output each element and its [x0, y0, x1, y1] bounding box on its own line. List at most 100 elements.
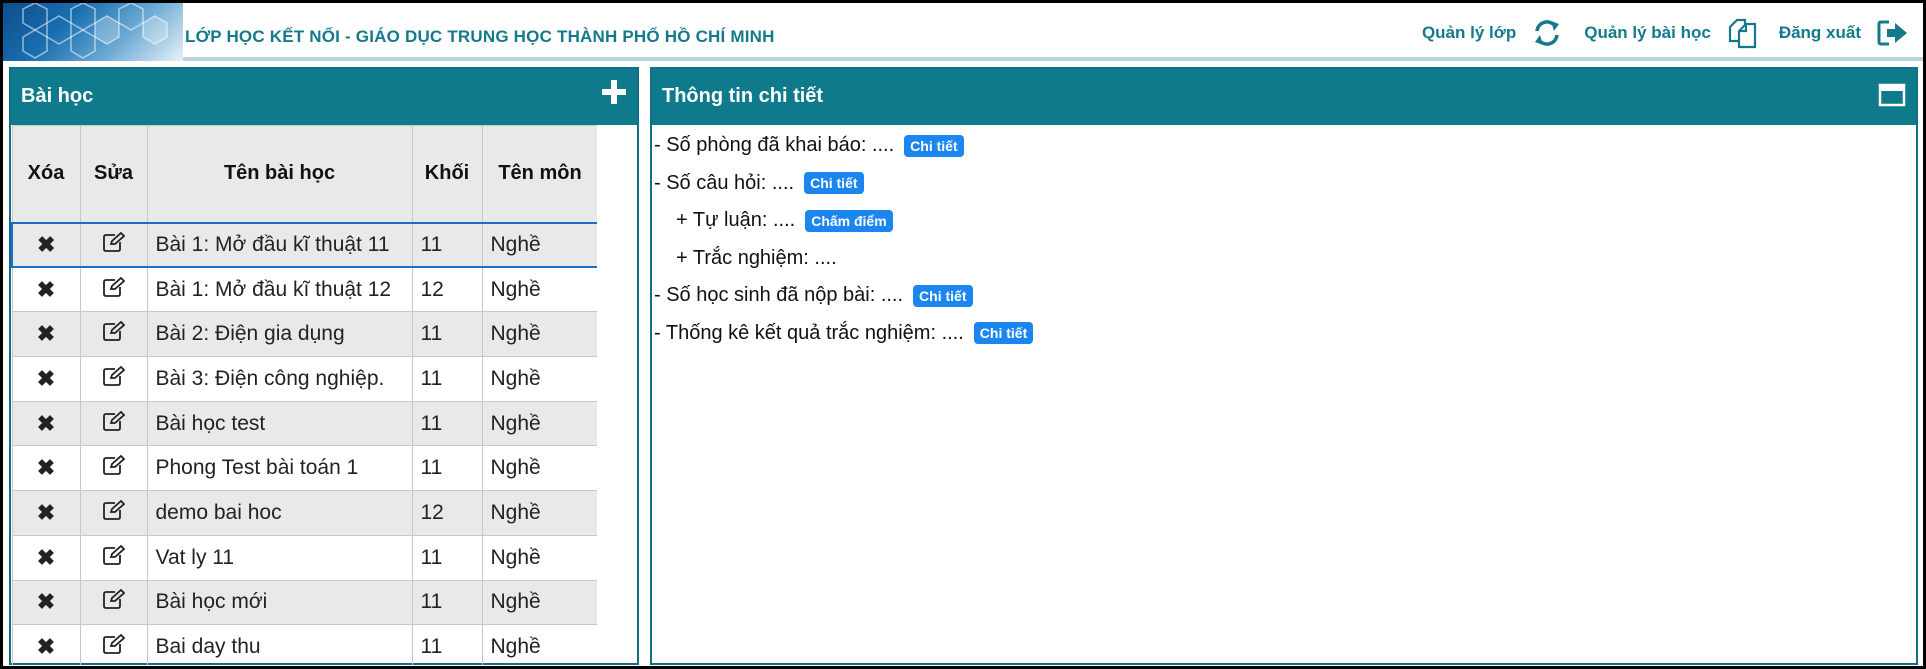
- subject-cell: Nghề: [481, 534, 597, 581]
- top-nav: Quản lý lớp Quản lý bài học Đăng xuất: [1422, 13, 1923, 53]
- table-row[interactable]: ✖ Vat ly 11 11 Nghề: [11, 534, 597, 581]
- maximize-button[interactable]: [1878, 83, 1906, 109]
- edit-icon[interactable]: [102, 633, 125, 660]
- site-logo: [3, 3, 183, 61]
- detail-text: - Thống kê kết quả trắc nghiệm: ....: [654, 321, 964, 344]
- copy-icon: [1727, 17, 1757, 49]
- delete-icon[interactable]: ✖: [37, 321, 55, 346]
- edit-icon[interactable]: [102, 455, 125, 481]
- lesson-name-cell[interactable]: Bài học mới: [146, 579, 413, 626]
- edit-cell: [79, 490, 148, 536]
- subject-cell: Nghề: [481, 311, 597, 358]
- edit-cell: [79, 221, 148, 269]
- subject-cell: Nghề: [481, 624, 597, 665]
- lesson-name-cell[interactable]: Bai day thu: [146, 624, 413, 665]
- table-row[interactable]: ✖ Bài 3: Điện công nghiệp. 11 Nghề: [11, 356, 597, 402]
- table-header-row: Xóa Sửa Tên bài học Khối Tên môn: [11, 125, 597, 223]
- detail-badge-button[interactable]: Chi tiết: [913, 284, 973, 307]
- grade-cell: 12: [411, 490, 483, 536]
- edit-cell: [79, 579, 148, 626]
- column-header-edit[interactable]: Sửa: [79, 125, 148, 223]
- delete-icon[interactable]: ✖: [37, 455, 55, 480]
- grade-cell: 11: [411, 221, 483, 269]
- delete-icon[interactable]: ✖: [37, 634, 55, 659]
- site-title: LỚP HỌC KẾT NỐI - GIÁO DỤC TRUNG HỌC THÀ…: [185, 27, 775, 46]
- table-row[interactable]: ✖ Bài 2: Điện gia dụng 11 Nghề: [11, 311, 597, 358]
- table-row[interactable]: ✖ Bài học test 11 Nghề: [11, 400, 597, 447]
- detail-line: - Số phòng đã khai báo: .... Chi tiết: [654, 127, 1033, 165]
- delete-icon[interactable]: ✖: [37, 366, 55, 391]
- subject-cell: Nghề: [481, 266, 597, 313]
- detail-text: + Trắc nghiệm: ....: [676, 246, 837, 269]
- lesson-name-cell[interactable]: Vat ly 11: [146, 534, 413, 581]
- grade-cell: 11: [411, 624, 483, 665]
- edit-cell: [79, 356, 148, 402]
- table-row[interactable]: ✖ Bài 1: Mở đầu kĩ thuật 12 12 Nghề: [11, 266, 597, 313]
- subject-cell: Nghề: [481, 400, 597, 447]
- nav-label: Quản lý lớp: [1421, 23, 1517, 42]
- delete-icon[interactable]: ✖: [37, 277, 55, 302]
- grade-cell: 11: [411, 400, 483, 447]
- detail-badge-button[interactable]: Chi tiết: [973, 322, 1034, 345]
- lesson-name-cell[interactable]: demo bai hoc: [146, 490, 413, 536]
- table-row[interactable]: ✖ demo bai hoc 12 Nghề: [11, 490, 597, 536]
- grade-cell: 11: [411, 445, 483, 492]
- nav-label: Quản lý bài học: [1584, 23, 1711, 42]
- subject-cell: Nghề: [481, 579, 597, 626]
- table-row[interactable]: ✖ Bài học mới 11 Nghề: [11, 579, 597, 626]
- column-header-subject[interactable]: Tên môn: [481, 125, 597, 223]
- edit-cell: [79, 534, 148, 581]
- detail-badge-button[interactable]: Chi tiết: [904, 134, 964, 157]
- nav-label: Đăng xuất: [1778, 23, 1861, 42]
- column-header-delete[interactable]: Xóa: [11, 125, 81, 223]
- delete-cell: ✖: [11, 221, 81, 269]
- delete-icon[interactable]: ✖: [37, 411, 55, 436]
- edit-icon[interactable]: [102, 499, 125, 526]
- edit-icon[interactable]: [102, 544, 125, 571]
- delete-cell: ✖: [11, 266, 81, 313]
- edit-icon[interactable]: [102, 320, 125, 347]
- add-lesson-button[interactable]: [599, 77, 629, 107]
- lesson-name-cell[interactable]: Bài 3: Điện công nghiệp.: [146, 356, 413, 402]
- lesson-name-cell[interactable]: Bài 2: Điện gia dụng: [146, 311, 413, 358]
- column-header-lesson-name[interactable]: Tên bài học: [146, 125, 413, 223]
- delete-cell: ✖: [11, 490, 81, 536]
- lesson-name-cell[interactable]: Bài học test: [146, 400, 413, 447]
- delete-icon[interactable]: ✖: [37, 545, 55, 570]
- delete-icon[interactable]: ✖: [37, 589, 55, 614]
- lessons-panel: Bài học Xóa Sửa Tên bài học Khối Tên môn: [9, 67, 639, 665]
- lessons-panel-header: Bài học: [11, 69, 637, 125]
- edit-icon[interactable]: [102, 589, 125, 615]
- detail-badge-button[interactable]: Chấm điểm: [805, 209, 893, 232]
- edit-icon[interactable]: [102, 231, 125, 258]
- lesson-name-cell[interactable]: Phong Test bài toán 1: [146, 445, 413, 492]
- delete-icon[interactable]: ✖: [37, 500, 55, 525]
- detail-line: + Tự luận: .... Chấm điểm: [654, 202, 1033, 240]
- nav-lesson-management[interactable]: Quản lý bài học: [1584, 17, 1757, 49]
- edit-icon[interactable]: [102, 410, 125, 437]
- table-row[interactable]: ✖ Bai day thu 11 Nghề: [11, 624, 597, 665]
- nav-logout[interactable]: Đăng xuất: [1779, 19, 1909, 47]
- delete-icon[interactable]: ✖: [37, 232, 55, 257]
- detail-badge-button[interactable]: Chi tiết: [804, 172, 864, 195]
- lesson-name-cell[interactable]: Bài 1: Mở đầu kĩ thuật 11: [146, 221, 413, 269]
- grade-cell: 11: [411, 356, 483, 402]
- delete-cell: ✖: [11, 624, 81, 665]
- detail-text: - Số học sinh đã nộp bài: ....: [654, 284, 904, 307]
- plus-icon: [602, 80, 626, 104]
- detail-line: - Số học sinh đã nộp bài: .... Chi tiết: [654, 277, 1033, 315]
- details-panel: Thông tin chi tiết - Số phòng đã khai bá…: [650, 67, 1918, 665]
- edit-icon[interactable]: [102, 276, 125, 303]
- column-header-grade[interactable]: Khối: [411, 125, 483, 223]
- delete-cell: ✖: [11, 579, 81, 626]
- lesson-name-cell[interactable]: Bài 1: Mở đầu kĩ thuật 12: [146, 266, 413, 313]
- nav-class-management[interactable]: Quản lý lớp: [1422, 18, 1562, 48]
- edit-cell: [79, 266, 148, 313]
- subject-cell: Nghề: [481, 445, 597, 492]
- table-row[interactable]: ✖ Bài 1: Mở đầu kĩ thuật 11 11 Nghề: [11, 221, 597, 269]
- table-row[interactable]: ✖ Phong Test bài toán 1 11 Nghề: [11, 445, 597, 492]
- edit-icon[interactable]: [102, 365, 125, 392]
- logout-icon: [1877, 19, 1909, 47]
- lessons-table-container[interactable]: Xóa Sửa Tên bài học Khối Tên môn ✖ Bài 1:…: [11, 125, 597, 665]
- delete-cell: ✖: [11, 356, 81, 402]
